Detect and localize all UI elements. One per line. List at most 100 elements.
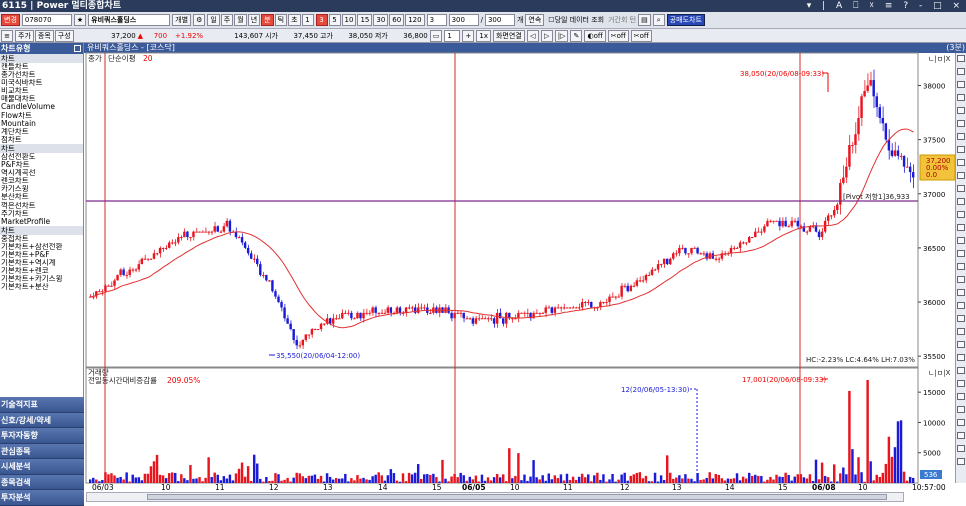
candle-body bbox=[836, 204, 839, 210]
candle-body bbox=[714, 258, 718, 260]
candle-body bbox=[583, 302, 587, 304]
drawing-tool-icon[interactable] bbox=[957, 458, 965, 465]
drawing-tool-icon[interactable] bbox=[957, 367, 965, 374]
volume-bar bbox=[307, 475, 311, 483]
drawing-tool-icon[interactable] bbox=[957, 198, 965, 205]
candle-body bbox=[902, 155, 906, 167]
volume-bar bbox=[256, 463, 259, 483]
volume-bar bbox=[107, 474, 110, 483]
volume-bar bbox=[195, 478, 198, 483]
volume-bar bbox=[277, 474, 280, 483]
drawing-tool-icon[interactable] bbox=[957, 432, 965, 439]
drawing-tool-icon[interactable] bbox=[957, 211, 965, 218]
drawing-tool-icon[interactable] bbox=[957, 120, 965, 127]
candle-body bbox=[790, 220, 793, 227]
drawing-tool-icon[interactable] bbox=[957, 172, 965, 179]
volume-bar bbox=[702, 479, 705, 483]
drawing-tool-icon[interactable] bbox=[957, 328, 965, 335]
volume-bar bbox=[368, 479, 371, 483]
volume-bar bbox=[228, 474, 232, 483]
price-tick-label: 38000 bbox=[923, 82, 945, 90]
drawing-tool-icon[interactable] bbox=[957, 81, 965, 88]
volume-bar bbox=[826, 477, 830, 483]
drawing-tool-icon[interactable] bbox=[957, 159, 965, 166]
candle-body bbox=[808, 226, 812, 232]
volume-bar bbox=[550, 479, 554, 483]
candle-body bbox=[265, 274, 268, 281]
volume-tick-label: 15000 bbox=[923, 389, 945, 397]
drawing-tool-icon[interactable] bbox=[957, 445, 965, 452]
volume-bar bbox=[787, 475, 790, 483]
candle-body bbox=[520, 312, 523, 314]
volume-bar bbox=[116, 477, 119, 483]
drawing-tool-icon[interactable] bbox=[957, 354, 965, 361]
candle-body bbox=[492, 318, 496, 324]
candle-body bbox=[477, 318, 481, 320]
volume-bar bbox=[322, 481, 326, 483]
drawing-tool-icon[interactable] bbox=[957, 276, 965, 283]
volume-bar bbox=[653, 472, 657, 483]
drawing-tool-icon[interactable] bbox=[957, 107, 965, 114]
scrollbar-thumb[interactable] bbox=[147, 494, 887, 500]
volume-bar bbox=[416, 464, 420, 483]
drawing-tool-icon[interactable] bbox=[957, 185, 965, 192]
volume-bar bbox=[511, 478, 514, 483]
drawing-tool-icon[interactable] bbox=[957, 68, 965, 75]
candle-body bbox=[331, 318, 335, 324]
drawing-tool-icon[interactable] bbox=[957, 146, 965, 153]
drawing-tool-icon[interactable] bbox=[957, 55, 965, 62]
candle-body bbox=[580, 302, 584, 308]
candle-body bbox=[152, 253, 156, 259]
volume-bar bbox=[562, 480, 566, 483]
drawing-tool-icon[interactable] bbox=[957, 133, 965, 140]
candle-body bbox=[298, 345, 301, 347]
drawing-tool-icon[interactable] bbox=[957, 250, 965, 257]
drawing-tool-icon[interactable] bbox=[957, 263, 965, 270]
volume-bar bbox=[359, 478, 362, 483]
volume-bar bbox=[158, 474, 162, 483]
candle-body bbox=[486, 318, 490, 320]
chart-scrollbar[interactable] bbox=[86, 492, 904, 502]
volume-bar bbox=[143, 473, 147, 483]
volume-bar bbox=[735, 473, 739, 483]
drawing-tool-icon[interactable] bbox=[957, 289, 965, 296]
volume-bar bbox=[413, 472, 417, 483]
volume-bar bbox=[672, 478, 675, 483]
drawing-tool-icon[interactable] bbox=[957, 393, 965, 400]
volume-bar bbox=[690, 478, 693, 483]
price-volume-chart[interactable]: 35500 36000 36500 37000 37500 38000 5000 10000 1… bbox=[0, 0, 955, 492]
volume-bar bbox=[137, 477, 141, 483]
drawing-tool-icon[interactable] bbox=[957, 302, 965, 309]
drawing-tool-icon[interactable] bbox=[957, 224, 965, 231]
drawing-tool-icon[interactable] bbox=[957, 419, 965, 426]
candle-body bbox=[110, 285, 113, 287]
volume-bar bbox=[492, 477, 496, 483]
candle-body bbox=[775, 220, 778, 222]
volume-bar bbox=[726, 478, 730, 483]
drawing-tool-icon[interactable] bbox=[957, 237, 965, 244]
time-axis-label: 06/08 bbox=[812, 483, 836, 492]
current-price-box-text: 0.0 bbox=[926, 171, 937, 179]
drawing-tool-icon[interactable] bbox=[957, 380, 965, 387]
candle-body bbox=[684, 247, 687, 254]
time-axis-end: 10:57:00 bbox=[912, 483, 946, 492]
volume-bar bbox=[632, 474, 636, 483]
volume-bar bbox=[517, 453, 520, 483]
volume-bar bbox=[708, 472, 711, 483]
volume-bar bbox=[580, 473, 584, 483]
candle-body bbox=[459, 312, 462, 314]
volume-bar bbox=[198, 477, 201, 483]
volume-bar bbox=[474, 475, 478, 483]
candle-body bbox=[161, 247, 165, 249]
candle-body bbox=[681, 247, 684, 249]
sidebar-menu-button[interactable]: 투자분석 bbox=[0, 490, 84, 506]
candle-body bbox=[562, 307, 566, 309]
drawing-tool-icon[interactable] bbox=[957, 94, 965, 101]
volume-bar bbox=[477, 481, 481, 483]
drawing-tool-icon[interactable] bbox=[957, 315, 965, 322]
volume-bar bbox=[766, 479, 769, 483]
drawing-tool-icon[interactable] bbox=[957, 341, 965, 348]
candle-body bbox=[149, 258, 153, 260]
drawing-tool-icon[interactable] bbox=[957, 406, 965, 413]
candle-body bbox=[383, 312, 387, 314]
